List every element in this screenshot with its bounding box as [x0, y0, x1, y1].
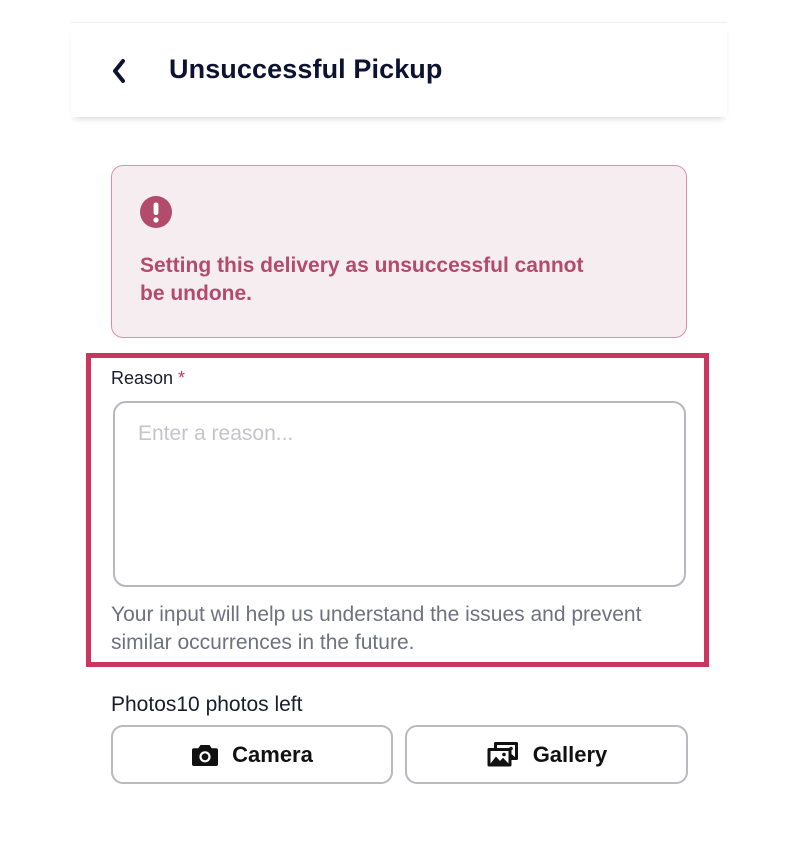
camera-button-label: Camera: [232, 741, 313, 767]
gallery-button-label: Gallery: [532, 741, 608, 767]
gallery-button[interactable]: Gallery: [405, 725, 688, 784]
camera-button[interactable]: Camera: [111, 725, 393, 784]
photos-label: Photos10 photos left: [111, 693, 303, 716]
warning-message: Setting this delivery as unsuccessful ca…: [140, 254, 584, 305]
required-marker: *: [178, 368, 186, 388]
chevron-left-icon: [113, 59, 125, 83]
page-title: Unsuccessful Pickup: [169, 54, 443, 84]
exclamation-circle-icon: [140, 196, 172, 228]
reason-label: Reason *: [111, 368, 185, 389]
app-header: Unsuccessful Pickup: [71, 22, 727, 117]
camera-icon: [191, 743, 219, 767]
reason-help-text: Your input will help us understand the i…: [111, 603, 642, 654]
gallery-icon: [486, 741, 520, 768]
reason-input[interactable]: [113, 401, 686, 587]
warning-banner: Setting this delivery as unsuccessful ca…: [111, 165, 687, 338]
back-button[interactable]: [107, 56, 131, 86]
unsuccessful-pickup-screen: Unsuccessful Pickup Setting this deliver…: [0, 0, 794, 868]
reason-label-text: Reason: [111, 368, 174, 388]
